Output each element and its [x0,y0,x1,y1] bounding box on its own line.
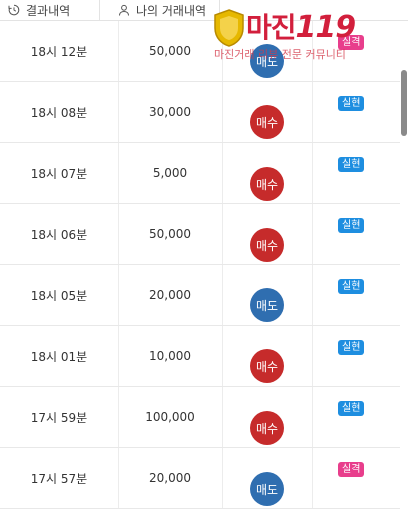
user-icon [118,4,130,16]
column-divider [312,82,313,142]
trade-action-badge: 매수 [250,411,284,445]
trade-result-badge: 실현 [338,340,365,355]
trade-time: 18시 12분 [30,44,88,59]
column-divider [312,265,313,325]
trade-action-badge: 매수 [250,228,284,262]
trade-result-badge: 실격 [338,462,365,477]
history-icon [8,4,20,16]
table-row: 18시 01분 10,000 매수 실현 [0,326,400,387]
trade-action-badge: 매수 [250,349,284,383]
column-divider [222,143,223,203]
trade-action-badge: 매수 [250,167,284,201]
column-divider [222,204,223,264]
table-row: 18시 05분 20,000 매도 실현 [0,265,400,326]
tab-results-label: 결과내역 [26,3,71,18]
table-row: 18시 08분 30,000 매수 실현 [0,82,400,143]
column-divider [312,326,313,386]
column-divider [222,387,223,447]
column-divider [222,326,223,386]
trade-time: 18시 06분 [30,227,88,242]
shield-icon [214,9,244,47]
trade-amount: 30,000 [149,105,191,119]
trade-amount: 20,000 [149,471,191,485]
trade-time: 18시 05분 [30,288,88,303]
column-divider [222,448,223,508]
trade-result-badge: 실현 [338,401,365,416]
watermark-brand: 마진119 [246,10,356,45]
table-row: 17시 59분 100,000 매수 실현 [0,387,400,448]
column-divider [312,143,313,203]
table-row: 18시 06분 50,000 매수 실현 [0,204,400,265]
trade-table: 18시 12분 50,000 매도 실격 18시 08분 30,000 매수 실현 18시 07… [0,21,400,509]
scrollbar-thumb[interactable] [401,70,407,136]
column-divider [222,265,223,325]
trade-amount: 5,000 [152,166,188,180]
trade-time: 17시 57분 [30,471,88,486]
trade-amount: 100,000 [145,410,195,424]
trade-action-badge: 매도 [250,288,284,322]
trade-time: 18시 07분 [30,166,88,181]
trade-amount: 50,000 [149,227,191,241]
watermark-tagline: 마진거래 리뷰 전문 커뮤니티 [214,48,346,61]
watermark-logo: 마진119 마진거래 리뷰 전문 커뮤니티 [212,6,380,61]
column-divider [312,387,313,447]
trade-time: 18시 08분 [30,105,88,120]
trade-result-badge: 실현 [338,279,365,294]
trade-amount: 10,000 [149,349,191,363]
trade-action-badge: 매수 [250,105,284,139]
trade-action-badge: 매도 [250,472,284,506]
trade-amount: 20,000 [149,288,191,302]
trade-result-badge: 실현 [338,96,365,111]
table-row: 18시 07분 5,000 매수 실현 [0,143,400,204]
tab-my-trades-label: 나의 거래내역 [136,3,207,18]
trade-result-badge: 실현 [338,218,365,233]
column-divider [312,204,313,264]
trade-result-badge: 실현 [338,157,365,172]
column-divider [312,448,313,508]
trade-time: 17시 59분 [30,410,88,425]
tab-my-trades[interactable]: 나의 거래내역 [100,0,220,20]
trade-time: 18시 01분 [30,349,88,364]
trade-amount: 50,000 [149,44,191,58]
tab-results[interactable]: 결과내역 [0,0,100,20]
column-divider [222,82,223,142]
table-row: 17시 57분 20,000 매도 실격 [0,448,400,509]
